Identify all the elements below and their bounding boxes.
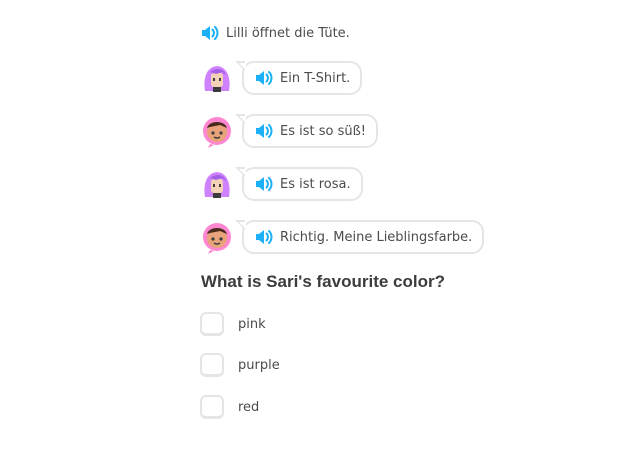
option-checkbox[interactable] [200,395,224,419]
speech-bubble: Es ist so süß! [234,114,379,148]
option-label: pink [238,316,266,332]
speech-bubble: Ein T-Shirt. [234,61,363,95]
sari-avatar [200,114,234,148]
answer-option-red[interactable]: red [200,393,259,421]
speaker-icon[interactable] [254,68,274,88]
question-heading: What is Sari's favourite color? [201,272,445,291]
option-label: purple [238,357,280,373]
lilli-avatar [200,61,234,95]
narration-line: Lilli öffnet die Tüte. [200,22,350,44]
dialogue-line: Richtig. Meine Lieblingsfarbe. [200,217,485,257]
dialogue-text: Ein T-Shirt. [280,70,351,86]
dialogue-line: Es ist so süß! [200,111,379,151]
speaker-icon[interactable] [200,23,220,43]
dialogue-text: Richtig. Meine Lieblingsfarbe. [280,229,473,245]
option-checkbox[interactable] [200,312,224,336]
lilli-avatar [200,167,234,201]
answer-option-purple[interactable]: purple [200,351,280,379]
dialogue-text: Es ist rosa. [280,176,351,192]
option-checkbox[interactable] [200,353,224,377]
speaker-icon[interactable] [254,174,274,194]
option-label: red [238,399,260,415]
dialogue-line: Es ist rosa. [200,164,363,204]
speaker-icon[interactable] [254,121,274,141]
speaker-icon[interactable] [254,227,274,247]
sari-avatar [200,220,234,254]
narration-text: Lilli öffnet die Tüte. [226,25,350,41]
speech-bubble: Richtig. Meine Lieblingsfarbe. [234,220,485,254]
answer-option-pink[interactable]: pink [200,310,266,338]
dialogue-text: Es ist so süß! [280,123,367,139]
dialogue-line: Ein T-Shirt. [200,58,363,98]
speech-bubble: Es ist rosa. [235,167,363,201]
